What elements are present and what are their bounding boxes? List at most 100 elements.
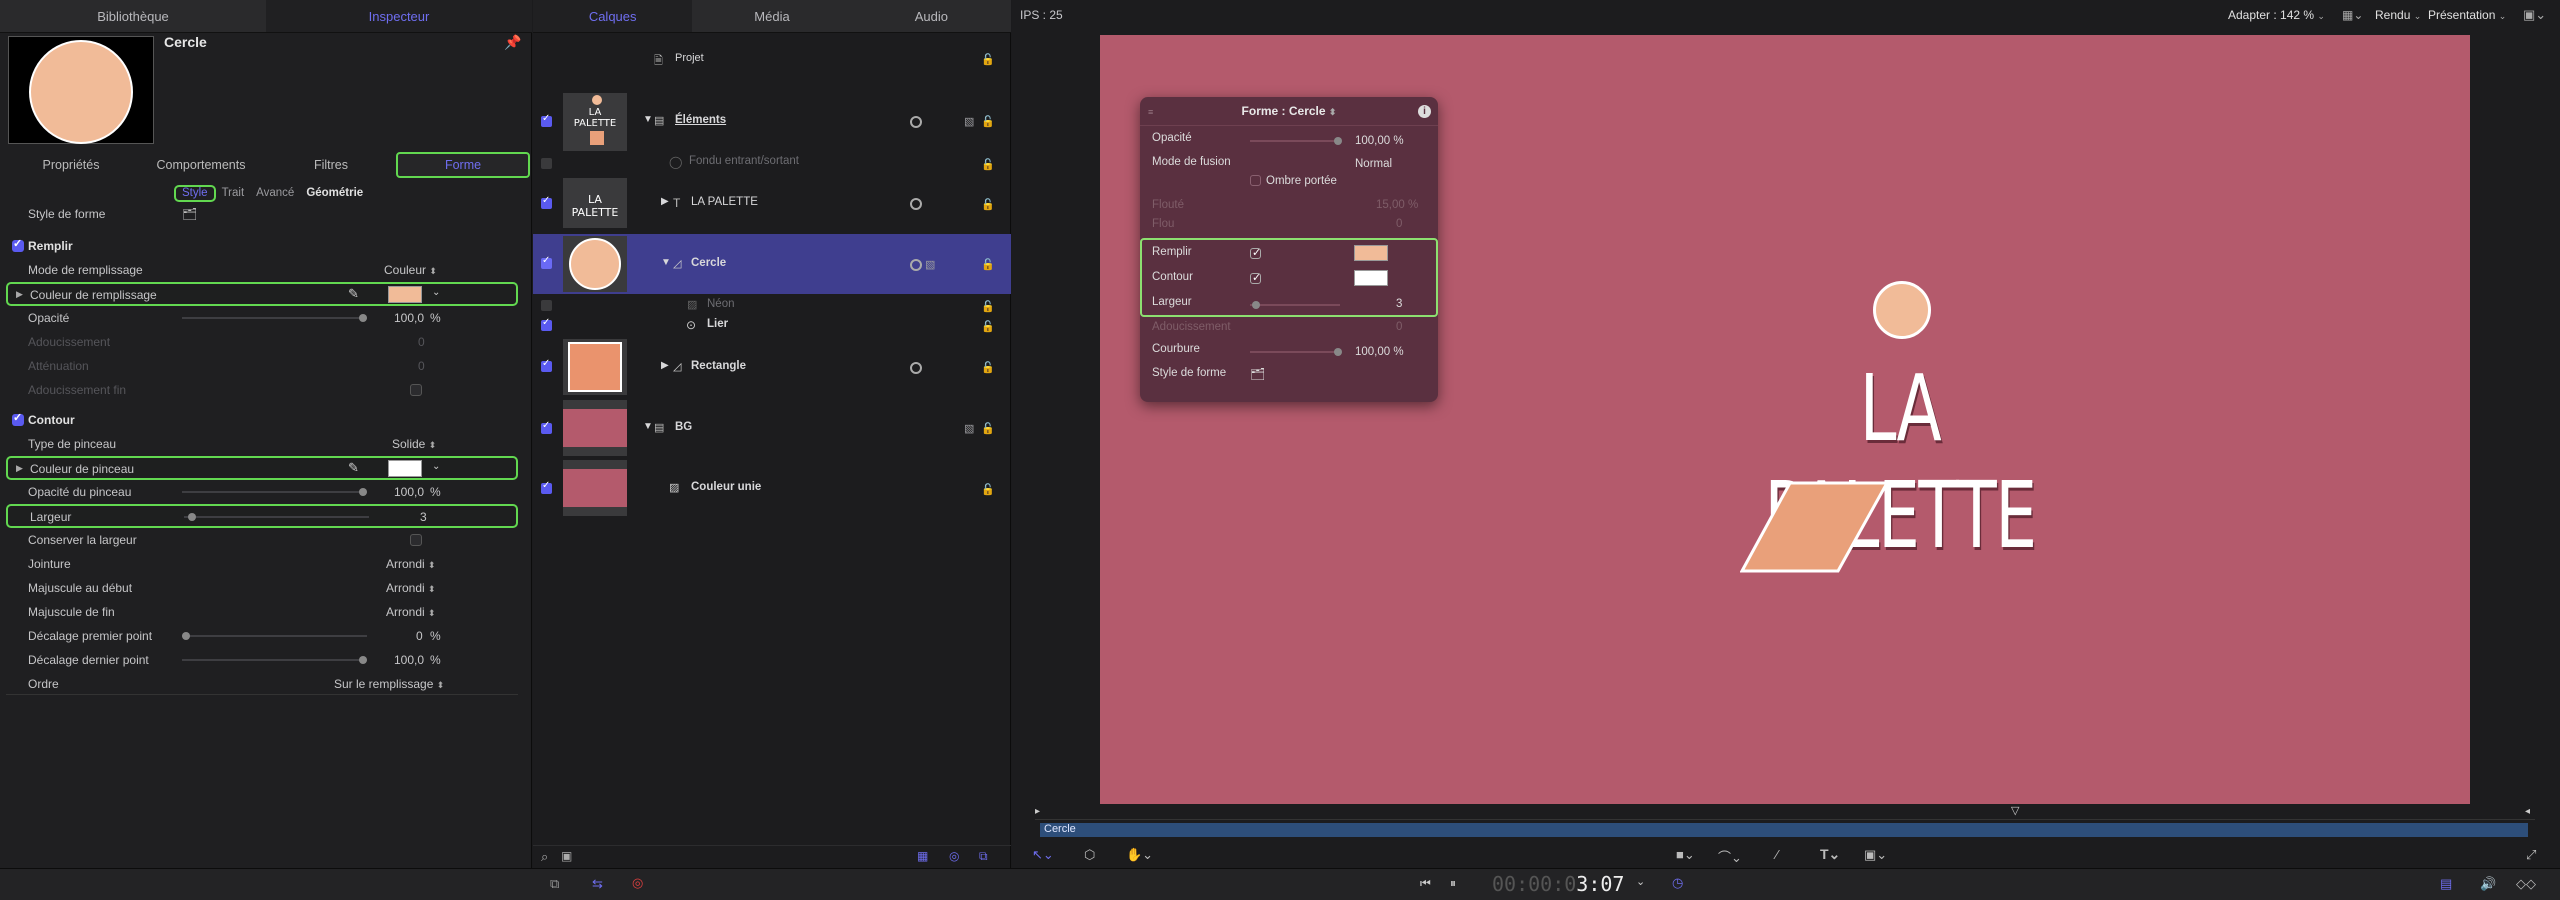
filter-icon[interactable]: ▧ <box>925 258 935 271</box>
minitab-style[interactable]: Style <box>174 185 216 202</box>
layer-fade[interactable]: ◯ Fondu entrant/sortant <box>533 155 1011 173</box>
go-to-start-icon[interactable]: ⏮ <box>1420 876 1431 891</box>
start-cap-value[interactable]: Arrondi ⬍ <box>386 581 436 595</box>
gear-icon[interactable] <box>910 362 922 374</box>
slider-knob[interactable] <box>1252 301 1260 309</box>
tab-media[interactable]: Média <box>692 0 851 32</box>
lock-icon[interactable]: 🔓 <box>981 483 995 496</box>
pause-icon[interactable]: ⏸ <box>1450 876 1456 891</box>
hud-roundness-slider[interactable] <box>1250 348 1342 356</box>
shape-style-picker-icon[interactable]: 🗂 <box>182 207 197 221</box>
mask-icon[interactable]: ◎ <box>949 849 959 863</box>
eyedropper-icon[interactable]: ✎ <box>348 460 359 476</box>
tab-audio[interactable]: Audio <box>852 0 1011 32</box>
mini-timeline-ruler[interactable]: ▸ ▽ ◂ <box>1035 804 2535 820</box>
fill-checkbox[interactable] <box>12 237 24 252</box>
layers-stack-icon[interactable]: ⧉ <box>979 849 988 864</box>
fill-color-swatch[interactable] <box>388 286 422 303</box>
layer-rectangle[interactable]: ▶ ◿ Rectangle <box>533 360 1011 378</box>
search-icon[interactable]: ⌕ <box>541 849 548 865</box>
audio-icon[interactable]: 🔊 <box>2480 876 2496 892</box>
hud-opacity-value[interactable]: 100,00 % <box>1355 135 1404 147</box>
tab-properties[interactable]: Propriétés <box>6 152 136 178</box>
slider-knob[interactable] <box>1334 137 1342 145</box>
lock-icon[interactable]: 🔓 <box>981 115 995 128</box>
hud-stroke-swatch[interactable] <box>1354 270 1388 286</box>
group-2d-icon[interactable]: ▧ <box>964 422 974 435</box>
gear-icon[interactable] <box>910 198 922 210</box>
anchor-tool-icon[interactable]: ⬡ <box>1084 847 1095 863</box>
minitab-stroke[interactable]: Trait <box>216 185 251 202</box>
record-icon[interactable]: ◎ <box>632 875 643 891</box>
hand-tool-icon[interactable]: ✋⌄ <box>1126 847 1153 863</box>
mini-timeline-clip[interactable]: Cercle <box>1040 823 2528 837</box>
chevron-down-icon[interactable]: ⌄ <box>432 461 440 472</box>
chevron-down-icon[interactable]: ⌄ <box>432 287 440 298</box>
fill-opacity-slider[interactable] <box>182 314 367 322</box>
window-layout-icon[interactable]: ▣⌄ <box>2523 7 2546 23</box>
group-2d-icon[interactable]: ▧ <box>964 115 974 128</box>
timecode-menu-icon[interactable]: ⌄ <box>1636 875 1645 888</box>
time-remap-icon[interactable]: ◷ <box>1672 875 1683 891</box>
joint-value[interactable]: Arrondi ⬍ <box>386 557 436 571</box>
gear-icon[interactable] <box>910 259 922 271</box>
canvas-parallelogram[interactable] <box>1740 480 1890 574</box>
fill-mode-value[interactable]: Couleur ⬍ <box>384 263 437 277</box>
hud-fill-swatch[interactable] <box>1354 245 1388 261</box>
slider-knob[interactable] <box>1334 348 1342 356</box>
hud-blend-value[interactable]: Normal <box>1355 158 1392 170</box>
gear-icon[interactable] <box>910 116 922 128</box>
disclosure-triangle-icon[interactable]: ▶ <box>661 360 669 371</box>
disclosure-triangle-icon[interactable]: ▼ <box>661 257 671 268</box>
lock-icon[interactable]: 🔓 <box>981 53 995 66</box>
keyframes-icon[interactable]: ◇◇ <box>2516 876 2536 892</box>
hud-stroke-checkbox[interactable] <box>1250 271 1261 284</box>
eyedropper-icon[interactable]: ✎ <box>348 286 359 302</box>
canvas-circle[interactable] <box>1873 281 1931 339</box>
tab-behaviors[interactable]: Comportements <box>136 152 266 178</box>
hud-shape-style-icon[interactable]: 🗂 <box>1250 367 1265 381</box>
layer-solid-color[interactable]: ▨ Couleur unie <box>533 481 1011 499</box>
first-offset-value[interactable]: 0 <box>416 629 423 643</box>
paint-tool-icon[interactable]: ∕ <box>1776 847 1778 862</box>
disclosure-triangle-icon[interactable]: ▶ <box>16 289 23 300</box>
order-value[interactable]: Sur le remplissage ⬍ <box>334 677 444 691</box>
text-tool-icon[interactable]: T⌄ <box>1820 846 1840 863</box>
pin-icon[interactable]: 📌 <box>504 34 521 51</box>
hud-roundness-value[interactable]: 100,00 % <box>1355 346 1404 358</box>
playhead-icon[interactable]: ▽ <box>2011 804 2019 817</box>
record-anim-icon[interactable]: ⧉ <box>550 876 559 892</box>
hud-shadow-checkbox[interactable] <box>1250 175 1261 186</box>
brush-opacity-slider[interactable] <box>182 488 367 496</box>
slider-knob[interactable] <box>188 513 196 521</box>
keep-width-checkbox[interactable] <box>410 534 422 546</box>
lock-icon[interactable]: 🔓 <box>981 320 995 333</box>
checker-icon[interactable]: ▦ <box>917 849 928 863</box>
layer-la-palette[interactable]: ▶ T LA PALETTE <box>533 196 1011 214</box>
rectangle-tool-icon[interactable]: ■⌄ <box>1676 847 1695 863</box>
tab-filters[interactable]: Filtres <box>266 152 396 178</box>
out-point-icon[interactable]: ◂ <box>2525 806 2530 817</box>
lock-icon[interactable]: 🔓 <box>981 361 995 374</box>
slider-knob[interactable] <box>359 656 367 664</box>
presentation-dropdown[interactable]: Présentation ⌄ <box>2428 8 2506 22</box>
lock-icon[interactable]: 🔓 <box>981 422 995 435</box>
last-offset-value[interactable]: 100,0 <box>394 653 424 667</box>
tab-library[interactable]: Bibliothèque <box>0 0 266 32</box>
hud-width-slider[interactable] <box>1250 301 1340 309</box>
stroke-checkbox[interactable] <box>12 411 24 426</box>
render-dropdown[interactable]: Rendu ⌄ <box>2375 8 2421 22</box>
tab-inspector[interactable]: Inspecteur <box>266 0 532 32</box>
zoom-dropdown[interactable]: Adapter : 142 % ⌄ <box>2228 8 2325 22</box>
disclosure-triangle-icon[interactable]: ▼ <box>643 421 653 432</box>
width-value[interactable]: 3 <box>420 510 427 524</box>
select-tool-icon[interactable]: ↖⌄ <box>1032 847 1054 863</box>
disclosure-triangle-icon[interactable]: ▼ <box>643 114 653 125</box>
lock-icon[interactable]: 🔓 <box>981 258 995 271</box>
layer-project[interactable]: 🗎 Projet <box>533 52 1011 72</box>
brush-color-swatch[interactable] <box>388 460 422 477</box>
slider-knob[interactable] <box>359 314 367 322</box>
bezier-tool-icon[interactable]: ⌒⌄ <box>1718 847 1742 866</box>
hud-opacity-slider[interactable] <box>1250 137 1342 145</box>
channels-icon[interactable]: ▦⌄ <box>2342 8 2363 22</box>
